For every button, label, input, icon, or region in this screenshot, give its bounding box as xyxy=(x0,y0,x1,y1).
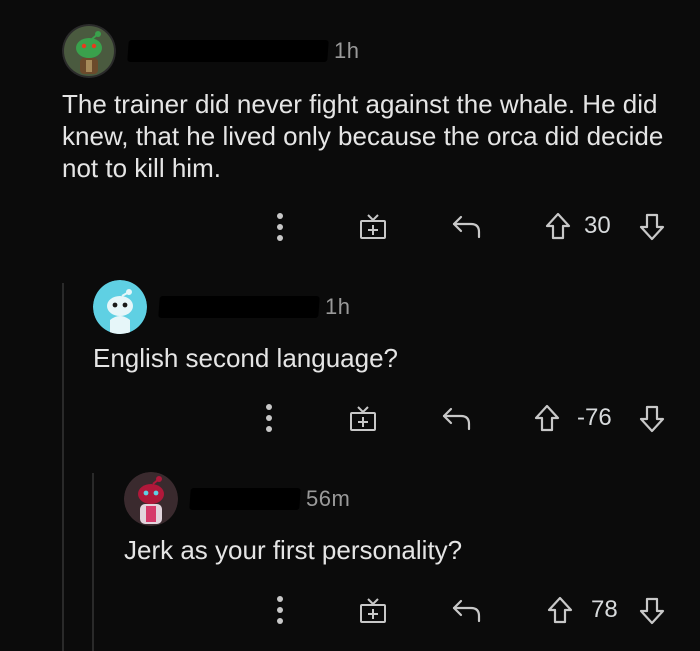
downvote-arrow-icon[interactable] xyxy=(637,595,667,627)
comment-3-header: 56m xyxy=(124,472,350,526)
user-avatar[interactable] xyxy=(124,472,178,526)
more-options-icon[interactable] xyxy=(268,210,292,244)
vote-score: 78 xyxy=(591,596,618,623)
comment-1-body: The trainer did never fight against the … xyxy=(62,89,664,183)
user-avatar[interactable] xyxy=(62,24,116,78)
reply-arrow-icon[interactable] xyxy=(450,594,484,626)
upvote-arrow-icon[interactable] xyxy=(545,594,575,626)
redacted-username xyxy=(127,40,329,62)
more-options-icon[interactable] xyxy=(268,593,292,627)
comment-3-body: Jerk as your first personality? xyxy=(124,535,463,565)
more-options-icon[interactable] xyxy=(257,401,281,435)
upvote-arrow-icon[interactable] xyxy=(532,402,562,434)
comment-2-header: 1h xyxy=(93,280,350,334)
upvote-arrow-icon[interactable] xyxy=(543,210,573,242)
thread-line-level-2[interactable] xyxy=(92,473,94,651)
reply-arrow-icon[interactable] xyxy=(450,210,484,242)
comment-timestamp: 1h xyxy=(325,294,351,319)
comment-timestamp: 56m xyxy=(306,486,351,511)
redacted-username xyxy=(189,488,301,510)
user-avatar[interactable] xyxy=(93,280,147,334)
award-gift-icon[interactable] xyxy=(347,402,379,434)
downvote-arrow-icon[interactable] xyxy=(637,403,667,435)
award-gift-icon[interactable] xyxy=(357,594,389,626)
comment-1-header: 1h xyxy=(62,24,359,78)
redacted-username xyxy=(158,296,320,318)
vote-score: 30 xyxy=(584,212,611,239)
comment-2-body: English second language? xyxy=(93,343,399,373)
downvote-arrow-icon[interactable] xyxy=(637,211,667,243)
comment-timestamp: 1h xyxy=(334,38,360,63)
comment-thread: 1h The trainer did never fight against t… xyxy=(0,0,700,651)
reply-arrow-icon[interactable] xyxy=(440,402,474,434)
thread-line-level-1[interactable] xyxy=(62,283,64,651)
vote-score: -76 xyxy=(577,404,612,431)
award-gift-icon[interactable] xyxy=(357,210,389,242)
